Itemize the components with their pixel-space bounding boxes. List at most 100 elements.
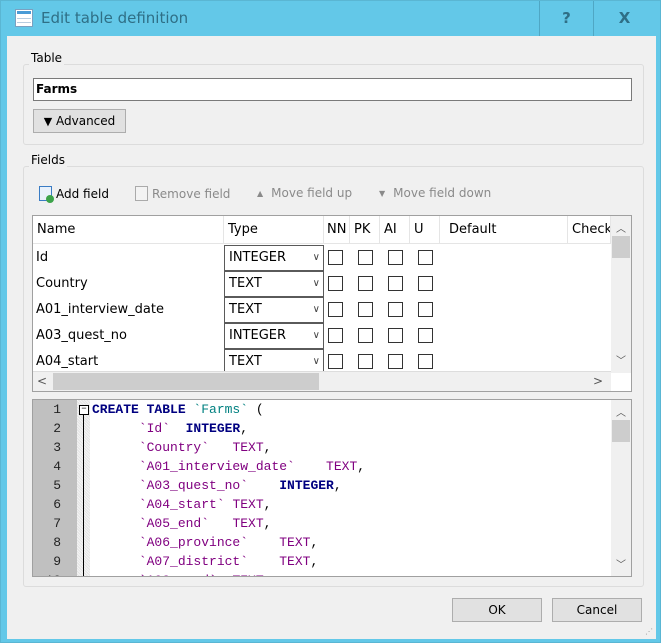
column-header-u[interactable]: U bbox=[410, 216, 440, 244]
close-button[interactable]: X bbox=[593, 1, 655, 36]
line-number: 1 bbox=[53, 402, 61, 417]
line-number: 2 bbox=[53, 421, 61, 436]
field-type-select[interactable]: TEXT ∨ bbox=[224, 271, 324, 297]
move-field-up-button[interactable]: ▲ Move field up bbox=[257, 186, 352, 200]
title-bar[interactable]: Edit table definition ? X bbox=[1, 1, 661, 36]
column-header-type[interactable]: Type bbox=[224, 216, 324, 244]
horizontal-scrollbar[interactable]: < > bbox=[33, 371, 611, 391]
u-checkbox[interactable] bbox=[418, 328, 433, 343]
editor-scroll-thumb[interactable] bbox=[612, 420, 630, 442]
nn-checkbox[interactable] bbox=[328, 276, 343, 291]
code-line: `A03_quest_no` INTEGER, bbox=[92, 478, 342, 493]
field-name-cell[interactable]: Id bbox=[33, 245, 224, 271]
dialog-window: Edit table definition ? X Table Farms ▼ … bbox=[0, 0, 661, 643]
add-document-icon bbox=[39, 186, 54, 203]
field-type-value: TEXT bbox=[229, 354, 262, 369]
table-group-label: Table bbox=[29, 51, 65, 65]
arrow-down-icon: ▼ bbox=[379, 188, 386, 198]
move-field-down-button[interactable]: ▼ Move field down bbox=[379, 186, 491, 200]
column-header-ai[interactable]: AI bbox=[380, 216, 410, 244]
editor-scroll-down-icon[interactable]: ﹀ bbox=[611, 556, 631, 572]
field-type-select[interactable]: INTEGER ∨ bbox=[224, 323, 324, 349]
nn-checkbox[interactable] bbox=[328, 250, 343, 265]
line-number: 3 bbox=[53, 440, 61, 455]
u-checkbox[interactable] bbox=[418, 250, 433, 265]
code-token: `Id` bbox=[92, 421, 171, 436]
field-type-select[interactable]: INTEGER ∨ bbox=[224, 245, 324, 271]
add-field-button[interactable]: Add field bbox=[39, 186, 109, 203]
code-token: TEXT bbox=[279, 554, 311, 569]
ai-checkbox[interactable] bbox=[388, 250, 403, 265]
scroll-up-icon[interactable]: ︿ bbox=[611, 220, 631, 235]
code-token: TEXT bbox=[232, 497, 264, 512]
code-token: ( bbox=[248, 402, 264, 417]
table-row[interactable]: A01_interview_date TEXT ∨ bbox=[33, 297, 611, 323]
column-header-name[interactable]: Name bbox=[33, 216, 224, 244]
pk-checkbox[interactable] bbox=[358, 302, 373, 317]
ai-checkbox[interactable] bbox=[388, 276, 403, 291]
code-token: `A03_quest_no` bbox=[92, 478, 249, 493]
pk-checkbox[interactable] bbox=[358, 354, 373, 369]
column-header-pk[interactable]: PK bbox=[350, 216, 380, 244]
advanced-button[interactable]: ▼ Advanced bbox=[33, 109, 126, 133]
code-token: , bbox=[333, 478, 342, 493]
table-row[interactable]: A03_quest_no INTEGER ∨ bbox=[33, 323, 611, 349]
vertical-scrollbar[interactable]: ︿ ﹀ bbox=[611, 216, 631, 373]
scroll-left-icon[interactable]: < bbox=[37, 374, 47, 388]
code-token: , bbox=[263, 516, 272, 531]
ai-checkbox[interactable] bbox=[388, 302, 403, 317]
editor-scroll-up-icon[interactable]: ︿ bbox=[611, 404, 631, 420]
help-button[interactable]: ? bbox=[539, 1, 593, 36]
fold-collapse-icon[interactable]: − bbox=[79, 405, 89, 415]
field-type-select[interactable]: TEXT ∨ bbox=[224, 297, 324, 323]
editor-vertical-scrollbar[interactable]: ︿ ﹀ bbox=[611, 400, 631, 576]
u-checkbox[interactable] bbox=[418, 302, 433, 317]
u-checkbox[interactable] bbox=[418, 354, 433, 369]
field-name-cell[interactable]: A03_quest_no bbox=[33, 323, 224, 349]
scroll-right-icon[interactable]: > bbox=[593, 374, 603, 388]
chevron-down-icon: ∨ bbox=[312, 330, 320, 341]
ok-button[interactable]: OK bbox=[452, 598, 542, 622]
scroll-down-icon[interactable]: ﹀ bbox=[611, 352, 631, 367]
pk-checkbox[interactable] bbox=[358, 328, 373, 343]
code-token: TEXT bbox=[232, 516, 264, 531]
line-number: 7 bbox=[53, 516, 61, 531]
u-checkbox[interactable] bbox=[418, 276, 433, 291]
pk-checkbox[interactable] bbox=[358, 276, 373, 291]
cancel-button[interactable]: Cancel bbox=[552, 598, 642, 622]
code-token: , bbox=[310, 554, 319, 569]
column-header-default[interactable]: Default bbox=[440, 216, 568, 244]
sql-preview-editor[interactable]: − 1 CREATE TABLE `Farms` (2 `Id` INTEGER,… bbox=[32, 399, 632, 577]
fields-group-label: Fields bbox=[29, 153, 67, 167]
nn-checkbox[interactable] bbox=[328, 354, 343, 369]
table-row[interactable]: Country TEXT ∨ bbox=[33, 271, 611, 297]
ai-checkbox[interactable] bbox=[388, 354, 403, 369]
dialog-body: Table Farms ▼ Advanced Fields Add field … bbox=[7, 36, 656, 639]
nn-checkbox[interactable] bbox=[328, 328, 343, 343]
code-token: TEXT bbox=[232, 573, 263, 576]
horizontal-scroll-thumb[interactable] bbox=[53, 373, 319, 390]
pk-checkbox[interactable] bbox=[358, 250, 373, 265]
code-token: INTEGER bbox=[279, 478, 334, 493]
resize-grip-icon[interactable]: ⋰ bbox=[645, 627, 653, 636]
field-name-cell[interactable]: A01_interview_date bbox=[33, 297, 224, 323]
table-name-input[interactable]: Farms bbox=[33, 78, 632, 101]
code-token: CREATE TABLE bbox=[92, 402, 194, 417]
column-header-nn[interactable]: NN bbox=[324, 216, 350, 244]
table-row[interactable]: Id INTEGER ∨ bbox=[33, 245, 611, 271]
column-header-check[interactable]: Check bbox=[568, 216, 611, 244]
ai-checkbox[interactable] bbox=[388, 328, 403, 343]
remove-field-button[interactable]: Remove field bbox=[135, 186, 230, 201]
nn-checkbox[interactable] bbox=[328, 302, 343, 317]
vertical-scroll-thumb[interactable] bbox=[612, 236, 630, 258]
code-token: TEXT bbox=[279, 535, 311, 550]
code-line: `Country` TEXT, bbox=[92, 440, 272, 455]
code-token: , bbox=[263, 440, 272, 455]
field-name-cell[interactable]: Country bbox=[33, 271, 224, 297]
line-number: 4 bbox=[53, 459, 61, 474]
